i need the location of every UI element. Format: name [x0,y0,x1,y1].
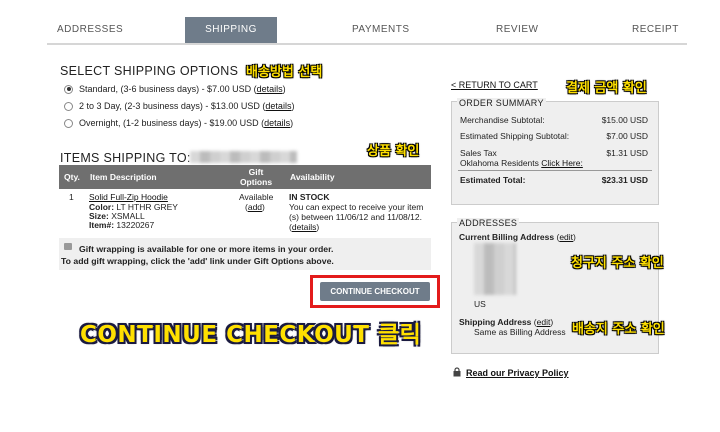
radio-icon[interactable] [64,118,73,128]
estimated-total-value: $23.31 USD [601,175,648,185]
billing-address-label: Current Billing Address (edit) [459,232,576,242]
annotation-shipping-method: 배송방법 선택 [246,65,323,80]
tab-receipt[interactable]: RECEIPT [632,17,679,43]
gift-add-link[interactable]: add [248,202,262,212]
details-link[interactable]: details [257,84,283,94]
order-summary-panel: ORDER SUMMARY Merchandise Subtotal: $15.… [451,98,659,205]
shipping-options-title: SELECT SHIPPING OPTIONS [60,64,239,78]
billing-edit-link[interactable]: edit [559,232,573,242]
item-number: Item#: 13220267 [89,220,155,230]
lock-icon [453,367,461,377]
col-gift-options: Gift Options [239,167,273,187]
checkout-steps: ADDRESSES SHIPPING PAYMENTS REVIEW RECEI… [47,17,687,45]
addresses-title: ADDRESSES [457,218,520,228]
annotation-payment-total: 결제 금액 확인 [566,81,647,96]
delivery-details: (details) [289,222,320,232]
details-link[interactable]: details [264,118,290,128]
estimated-total-label: Estimated Total: [460,175,526,185]
shipping-option-2to3day[interactable]: 2 to 3 Day, (2-3 business days) - $13.00… [64,99,294,113]
return-to-cart-link[interactable]: < RETURN TO CART [451,80,538,90]
radio-icon[interactable] [64,101,73,111]
table-row: 1 Solid Full-Zip Hoodie Color: LT HTHR G… [59,192,431,237]
annotation-items: 상품 확인 [367,144,420,159]
redacted-billing-address [474,243,516,295]
items-shipping-title: ITEMS SHIPPING TO: [60,151,191,165]
shipping-edit-link[interactable]: edit [537,317,551,327]
tab-review[interactable]: REVIEW [496,17,538,43]
col-availability: Availability [290,172,335,182]
annotation-billing: 청구지 주소 확인 [571,256,664,271]
col-qty: Qty. [64,172,80,182]
gift-wrap-notice: Gift wrapping is available for one or mo… [59,238,431,270]
gift-add: (add) [245,202,265,212]
shipping-address-note: Same as Billing Address [474,327,566,337]
continue-checkout-caption: CONTINUE CHECKOUT 클릭 [80,322,422,348]
delivery-estimate: You can expect to receive your item (s) … [289,202,424,222]
continue-checkout-button[interactable]: CONTINUE CHECKOUT [320,282,430,301]
details-link[interactable]: details [292,222,317,232]
billing-country: US [474,299,486,309]
radio-selected-icon[interactable] [64,84,73,94]
redacted-name [190,151,297,163]
items-table-header: Qty. Item Description Gift Options Avail… [59,165,431,189]
col-description: Item Description [90,172,157,182]
tab-shipping[interactable]: SHIPPING [185,17,277,43]
shipping-option-overnight[interactable]: Overnight, (1-2 business days) - $19.00 … [64,116,293,130]
tab-payments[interactable]: PAYMENTS [352,17,410,43]
item-qty: 1 [69,192,74,202]
gift-icon [64,243,72,250]
privacy-policy-link[interactable]: Read our Privacy Policy [466,368,569,378]
tab-addresses[interactable]: ADDRESSES [57,17,123,43]
tax-click-here-link[interactable]: Click Here: [541,158,583,168]
order-summary-title: ORDER SUMMARY [457,98,546,108]
details-link[interactable]: details [265,101,291,111]
shipping-option-standard[interactable]: Standard, (3-6 business days) - $7.00 US… [64,82,286,96]
shipping-address-label: Shipping Address (edit) [459,317,554,327]
divider [458,170,652,171]
annotation-shipping-address: 배송지 주소 확인 [572,322,665,337]
tax-note: Oklahoma Residents Click Here: [460,158,583,168]
